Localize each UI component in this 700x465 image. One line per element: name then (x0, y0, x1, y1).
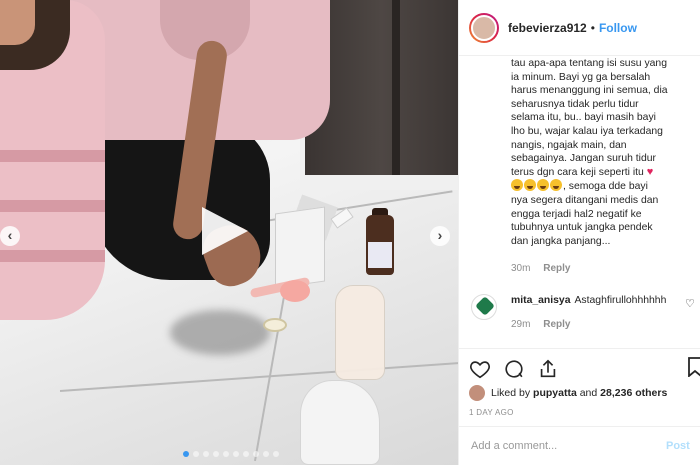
red-heart-icon: ♥ (646, 165, 654, 178)
like-comment-icon[interactable]: ♡ (685, 297, 695, 310)
child-stripe (0, 250, 105, 262)
separator-dot: • (590, 20, 595, 35)
comment-meta: 29m Reply (511, 319, 570, 330)
caption-time: 30m (511, 263, 531, 274)
carousel-dot (193, 451, 199, 457)
likes-and: and (579, 387, 598, 399)
medicine-box (275, 206, 325, 289)
carousel-dot (233, 451, 239, 457)
crying-emoji-icon (524, 179, 536, 192)
comment-text: mita_anisya Astaghfirullohhhhhh (511, 295, 666, 306)
carousel-dots (183, 451, 279, 457)
carousel-dot (253, 451, 259, 457)
play-icon[interactable] (202, 207, 248, 255)
heart-icon[interactable] (469, 358, 491, 380)
reply-button[interactable]: Reply (543, 319, 570, 330)
likes-prefix: Liked by (491, 387, 531, 399)
carousel-dot (213, 451, 219, 457)
bottle-lid (263, 318, 287, 332)
bookmark-icon[interactable] (687, 357, 700, 378)
child-stripe (0, 150, 105, 162)
likes-user[interactable]: pupyatta (533, 387, 577, 399)
plastic-bag (300, 380, 380, 465)
crying-emoji-icon (511, 179, 523, 192)
action-bar (459, 348, 700, 388)
reply-button[interactable]: Reply (543, 263, 570, 274)
post-button[interactable]: Post (666, 440, 690, 452)
avatar[interactable] (471, 294, 497, 320)
carousel-dot (243, 451, 249, 457)
spoon-bowl (280, 280, 310, 302)
avatar[interactable] (469, 12, 499, 43)
comment-icon[interactable] (503, 358, 525, 380)
likes-summary[interactable]: Liked by pupyatta and 28,236 others (469, 385, 667, 401)
chevron-left-icon[interactable]: ‹ (0, 226, 20, 246)
hand-shadow (170, 310, 270, 355)
likes-count[interactable]: 28,236 others (600, 387, 667, 399)
caption-meta: 30m Reply (511, 263, 570, 274)
caption-text: tau apa-apa tentang isi susu yang ia min… (511, 57, 691, 248)
avatar (469, 385, 485, 401)
carousel-dot (263, 451, 269, 457)
comment-time: 29m (511, 319, 531, 330)
post-header: febevierza912 • Follow (459, 0, 700, 56)
chevron-right-icon[interactable]: › (430, 226, 450, 246)
comments-list[interactable]: tau apa-apa tentang isi susu yang ia min… (459, 57, 700, 347)
comment-username[interactable]: mita_anisya (511, 295, 571, 306)
bottle-label (368, 242, 392, 268)
post-sidebar: febevierza912 • Follow tau apa-apa tenta… (458, 0, 700, 465)
share-icon[interactable] (537, 358, 559, 380)
add-comment-bar: Post (459, 426, 700, 465)
follow-button[interactable]: Follow (599, 21, 637, 35)
carousel-dot (203, 451, 209, 457)
post-media[interactable]: ‹ › (0, 0, 458, 465)
carousel-dot (223, 451, 229, 457)
child-face (0, 0, 35, 45)
comment-input[interactable] (471, 440, 666, 452)
caption-part-2: , semoga dde bayi nya segera ditangani m… (511, 181, 659, 247)
caption-part-1: tau apa-apa tentang isi susu yang ia min… (511, 58, 668, 178)
comment-body: Astaghfirullohhhhhh (574, 295, 667, 306)
door-edge (392, 0, 400, 175)
baby-bottle (335, 285, 385, 380)
crying-emoji-icon (537, 179, 549, 192)
username-link[interactable]: febevierza912 (508, 21, 587, 35)
crying-emoji-icon (550, 179, 562, 192)
post-timestamp[interactable]: 1 DAY AGO (469, 408, 514, 417)
child-stripe (0, 200, 105, 212)
carousel-dot (273, 451, 279, 457)
carousel-dot-active (183, 451, 189, 457)
